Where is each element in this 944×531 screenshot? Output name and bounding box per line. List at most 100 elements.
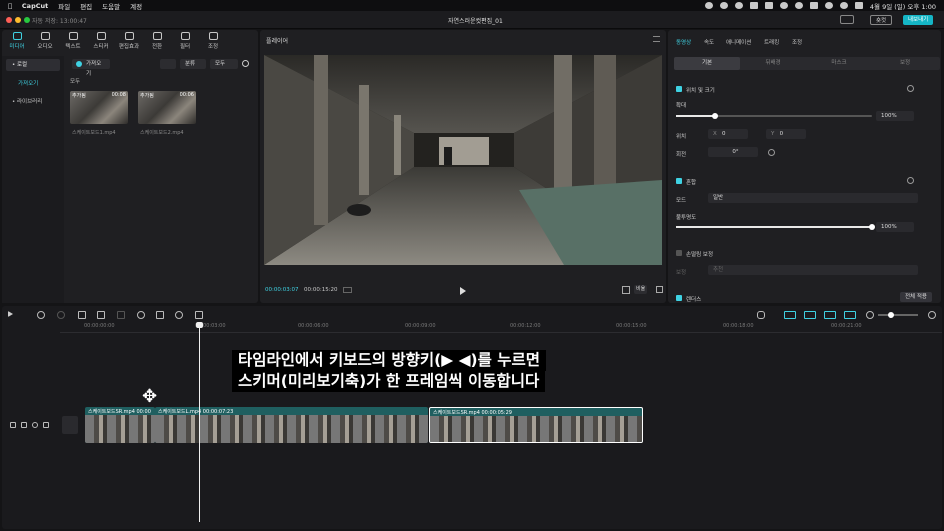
filter-all-button[interactable]: 모두 [210, 59, 238, 69]
track-lock-icon[interactable] [10, 422, 16, 428]
redo-icon[interactable] [57, 311, 65, 319]
tab-speed[interactable]: 속도 [704, 38, 714, 46]
volume-icon[interactable] [794, 2, 803, 9]
play-button[interactable] [460, 287, 466, 295]
expand-icon[interactable] [656, 286, 663, 293]
playhead[interactable] [196, 322, 203, 522]
menu-icon[interactable] [653, 36, 660, 42]
chat-icon[interactable] [734, 2, 743, 9]
minimize-window-button[interactable] [15, 17, 21, 23]
tab-tracking[interactable]: 트래킹 [764, 38, 779, 46]
position-x-field[interactable]: X 0 [708, 129, 748, 139]
timeline-clip-selected[interactable]: 스케이트보드SR.mp4 00:00:05:29 [429, 407, 643, 443]
media-thumbnail[interactable]: 추가됨 00:06 [138, 91, 196, 124]
menubar-clock[interactable]: 4월 9일 (일) 오후 1:00 [870, 1, 936, 11]
render-checkbox[interactable] [676, 295, 682, 301]
tab-filters[interactable]: 필터 [172, 32, 198, 52]
link-icon[interactable] [804, 311, 816, 319]
stabilize-select[interactable]: 추천 [708, 265, 918, 275]
control-center-icon[interactable] [854, 2, 863, 9]
position-y-field[interactable]: Y 0 [766, 129, 806, 139]
rotate-dial-icon[interactable] [768, 149, 775, 156]
sort-button[interactable]: 분류 [180, 59, 206, 69]
segment-mask[interactable]: 마스크 [806, 57, 872, 70]
tab-transitions[interactable]: 전환 [144, 32, 170, 52]
export-button[interactable]: 내보내기 [903, 15, 934, 25]
fullscreen-icon[interactable] [622, 286, 630, 294]
zoom-in-icon[interactable] [928, 311, 936, 319]
crop-icon[interactable] [195, 311, 203, 319]
import-button[interactable]: 가져오기 [72, 59, 110, 77]
menu-edit[interactable]: 편집 [80, 1, 92, 11]
playhead-handle[interactable] [196, 322, 203, 328]
snap-icon[interactable] [844, 311, 856, 319]
mirror-icon[interactable] [156, 311, 164, 319]
menu-app[interactable]: CapCut [22, 2, 48, 10]
layout-icon[interactable] [840, 15, 854, 24]
menu-account[interactable]: 계정 [130, 1, 142, 11]
apply-all-button[interactable]: 전체 적용 [900, 292, 932, 302]
tab-animation[interactable]: 애니메이션 [726, 38, 751, 46]
timecode-toggle-icon[interactable] [343, 287, 352, 293]
tab-media[interactable]: 미디어 [4, 32, 30, 52]
scale-slider[interactable] [676, 113, 872, 119]
freeze-icon[interactable] [117, 311, 125, 319]
zoom-window-button[interactable] [24, 17, 30, 23]
search-icon[interactable] [839, 2, 848, 9]
zoom-slider-knob[interactable] [888, 312, 894, 318]
track-mute-icon[interactable] [43, 422, 49, 428]
tab-video[interactable]: 동영상 [676, 38, 691, 46]
opacity-input[interactable]: 100% [876, 222, 914, 232]
delete-icon[interactable] [97, 311, 105, 319]
zoom-out-icon[interactable] [866, 311, 874, 319]
select-tool-icon[interactable] [8, 311, 13, 317]
track-hide-icon[interactable] [21, 422, 27, 428]
wifi-icon[interactable] [824, 2, 833, 9]
timeline-clip[interactable]: 스케이트보드SR.mp4 00:00 [85, 407, 155, 443]
rotate-input[interactable]: 0° [708, 147, 758, 157]
tab-adjust[interactable]: 조정 [200, 32, 226, 52]
apple-icon[interactable]:  [8, 2, 12, 10]
scale-input[interactable]: 100% [876, 111, 914, 121]
position-size-checkbox[interactable] [676, 86, 682, 92]
microphone-icon[interactable] [757, 311, 765, 319]
edit-cover-button[interactable] [62, 416, 78, 434]
mode-select[interactable]: 일반 [708, 193, 918, 203]
menu-file[interactable]: 파일 [58, 1, 70, 11]
timeline-clip[interactable]: 스케이트보드L.mp4 00:00:07:23 [155, 407, 428, 443]
search-icon[interactable] [242, 60, 249, 67]
video-preview[interactable] [264, 55, 662, 265]
track-visible-icon[interactable] [32, 422, 38, 428]
clock-icon[interactable] [779, 2, 788, 9]
segment-background[interactable]: 뒤배경 [740, 57, 806, 70]
segment-basic[interactable]: 기본 [674, 57, 740, 70]
tab-sticker[interactable]: 스티커 [88, 32, 114, 52]
reset-icon[interactable] [907, 85, 914, 92]
app-status-icon[interactable] [719, 2, 728, 9]
view-toggle-button[interactable] [160, 59, 176, 69]
menu-help[interactable]: 도움말 [102, 1, 120, 11]
opacity-slider[interactable] [676, 224, 875, 230]
speed-icon[interactable] [137, 311, 145, 319]
sidebar-item-import[interactable]: 가져오기 [6, 78, 60, 90]
reset-icon[interactable] [907, 177, 914, 184]
tab-effects[interactable]: 편집효과 [116, 32, 142, 52]
blend-checkbox[interactable] [676, 178, 682, 184]
rotate-icon[interactable] [175, 311, 183, 319]
record-icon[interactable] [704, 2, 713, 9]
sidebar-item-library[interactable]: • 라이브러리 [6, 96, 60, 108]
segment-correction[interactable]: 보정 [872, 57, 938, 70]
magnet-icon[interactable] [784, 311, 796, 319]
preview-axis-icon[interactable] [824, 311, 836, 319]
notification-icon[interactable] [749, 2, 758, 9]
sidebar-item-local[interactable]: • 로컬 [6, 59, 60, 71]
close-window-button[interactable] [6, 17, 12, 23]
split-icon[interactable] [78, 311, 86, 319]
shield-icon[interactable] [764, 2, 773, 9]
tab-text[interactable]: 텍스트 [60, 32, 86, 52]
zoom-slider[interactable] [878, 312, 918, 318]
tab-audio[interactable]: 오디오 [32, 32, 58, 52]
keyboard-input-icon[interactable] [809, 2, 818, 9]
undo-icon[interactable] [37, 311, 45, 319]
ratio-button[interactable]: 비율 [634, 285, 648, 294]
